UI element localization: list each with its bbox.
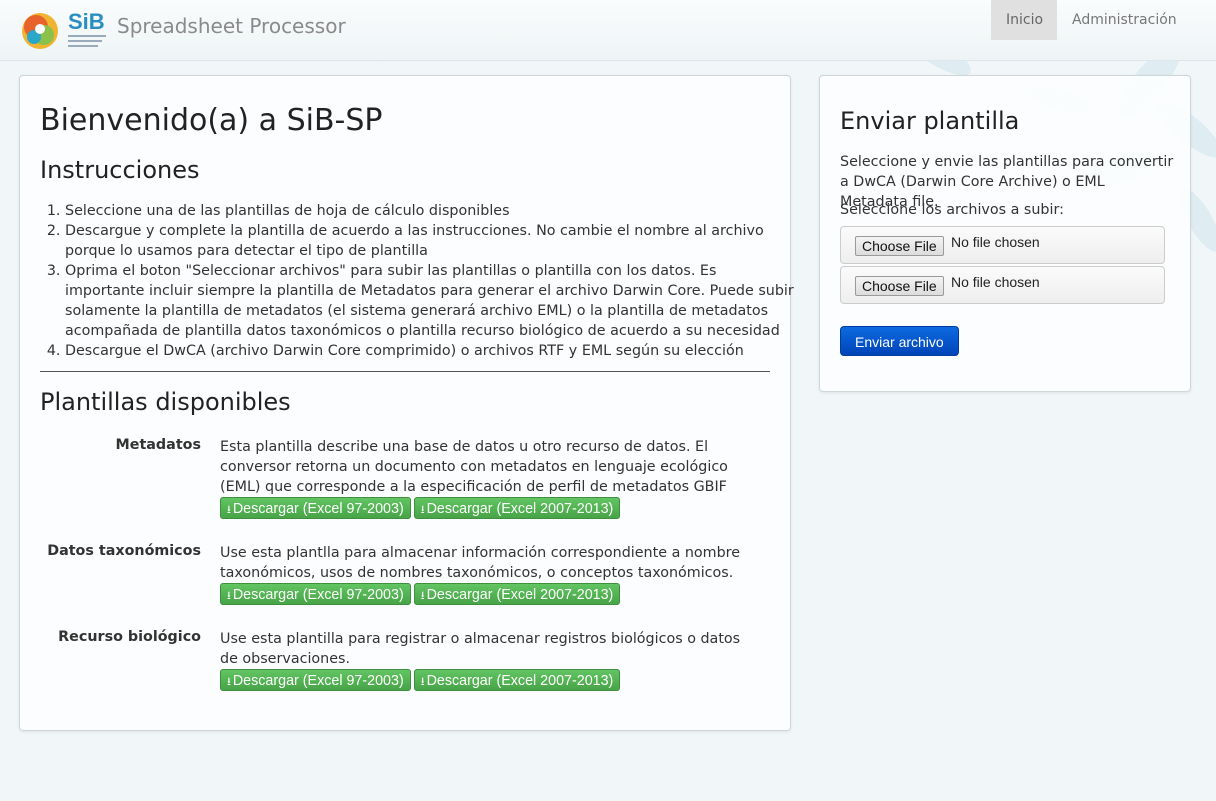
download-icon: ⭳ bbox=[420, 504, 425, 516]
svg-text:SiB: SiB bbox=[68, 9, 105, 34]
template-desc-taxonomicos: Use esta plantlla para almacenar informa… bbox=[220, 545, 741, 581]
nav-inicio[interactable]: Inicio bbox=[991, 0, 1057, 40]
sib-logo-icon[interactable]: SiB bbox=[18, 5, 110, 55]
download-xlsx-button[interactable]: ⭳ Descargar (Excel 2007-2013) bbox=[413, 497, 621, 519]
template-name-recurso: Recurso biológico bbox=[58, 629, 201, 645]
instruction-item: Descargue el DwCA (archivo Darwin Core c… bbox=[65, 341, 800, 361]
templates-heading: Plantillas disponibles bbox=[40, 388, 291, 416]
download-xls-button[interactable]: ⭳ Descargar (Excel 97-2003) bbox=[220, 669, 411, 691]
template-name-taxonomicos: Datos taxonómicos bbox=[47, 543, 201, 559]
template-name-metadatos: Metadatos bbox=[115, 437, 201, 453]
instruction-item: Oprima el boton "Seleccionar archivos" p… bbox=[65, 261, 800, 341]
submit-button[interactable]: Enviar archivo bbox=[840, 326, 959, 356]
download-icon: ⭳ bbox=[420, 676, 425, 688]
download-xlsx-label: Descargar (Excel 2007-2013) bbox=[426, 587, 614, 603]
download-icon: ⭳ bbox=[420, 590, 425, 602]
navbar: SiB Spreadsheet Processor Inicio Adminis… bbox=[0, 0, 1216, 61]
upload-panel: Enviar plantilla Seleccione y envie las … bbox=[819, 75, 1191, 392]
download-icon: ⭳ bbox=[227, 590, 231, 602]
download-xlsx-label: Descargar (Excel 2007-2013) bbox=[426, 673, 614, 689]
welcome-panel: Bienvenido(a) a SiB-SP Instrucciones Sel… bbox=[19, 75, 794, 731]
template-buttons-metadatos: ⭳ Descargar (Excel 97-2003) ⭳ Descargar (Ex… bbox=[220, 497, 623, 519]
download-xls-button[interactable]: ⭳ Descargar (Excel 97-2003) bbox=[220, 497, 411, 519]
choose-file-button[interactable]: Choose File bbox=[855, 236, 944, 256]
download-xlsx-label: Descargar (Excel 2007-2013) bbox=[426, 501, 614, 517]
brand-title[interactable]: Spreadsheet Processor bbox=[117, 14, 346, 38]
instruction-item: Descargue y complete la plantilla de acu… bbox=[65, 221, 800, 261]
upload-title: Enviar plantilla bbox=[840, 107, 1020, 135]
nav-administracion[interactable]: Administración bbox=[1057, 0, 1192, 40]
download-xlsx-button[interactable]: ⭳ Descargar (Excel 2007-2013) bbox=[413, 669, 621, 691]
download-icon: ⭳ bbox=[227, 504, 231, 516]
file-status: No file chosen bbox=[951, 234, 1040, 250]
divider bbox=[40, 371, 770, 372]
download-xls-label: Descargar (Excel 97-2003) bbox=[232, 587, 404, 603]
instructions-heading: Instrucciones bbox=[40, 156, 200, 184]
download-xls-button[interactable]: ⭳ Descargar (Excel 97-2003) bbox=[220, 583, 411, 605]
download-xls-label: Descargar (Excel 97-2003) bbox=[232, 501, 404, 517]
download-xls-label: Descargar (Excel 97-2003) bbox=[232, 673, 404, 689]
template-buttons-recurso: ⭳ Descargar (Excel 97-2003) ⭳ Descargar (Ex… bbox=[220, 669, 623, 691]
choose-file-button[interactable]: Choose File bbox=[855, 276, 944, 296]
file-status: No file chosen bbox=[951, 274, 1040, 290]
instruction-item: Seleccione una de las plantillas de hoja… bbox=[65, 201, 800, 221]
file-input[interactable]: Choose File No file chosen bbox=[840, 226, 1165, 264]
page-title: Bienvenido(a) a SiB-SP bbox=[40, 103, 383, 138]
template-desc-recurso: Use esta plantilla para registrar o alma… bbox=[220, 631, 741, 667]
download-xlsx-button[interactable]: ⭳ Descargar (Excel 2007-2013) bbox=[413, 583, 621, 605]
instructions-list: Seleccione una de las plantillas de hoja… bbox=[40, 201, 800, 361]
download-icon: ⭳ bbox=[227, 676, 231, 688]
files-label: Seleccione los archivos a subir: bbox=[840, 202, 1064, 218]
file-input[interactable]: Choose File No file chosen bbox=[840, 266, 1165, 304]
template-buttons-taxonomicos: ⭳ Descargar (Excel 97-2003) ⭳ Descargar (Ex… bbox=[220, 583, 623, 605]
